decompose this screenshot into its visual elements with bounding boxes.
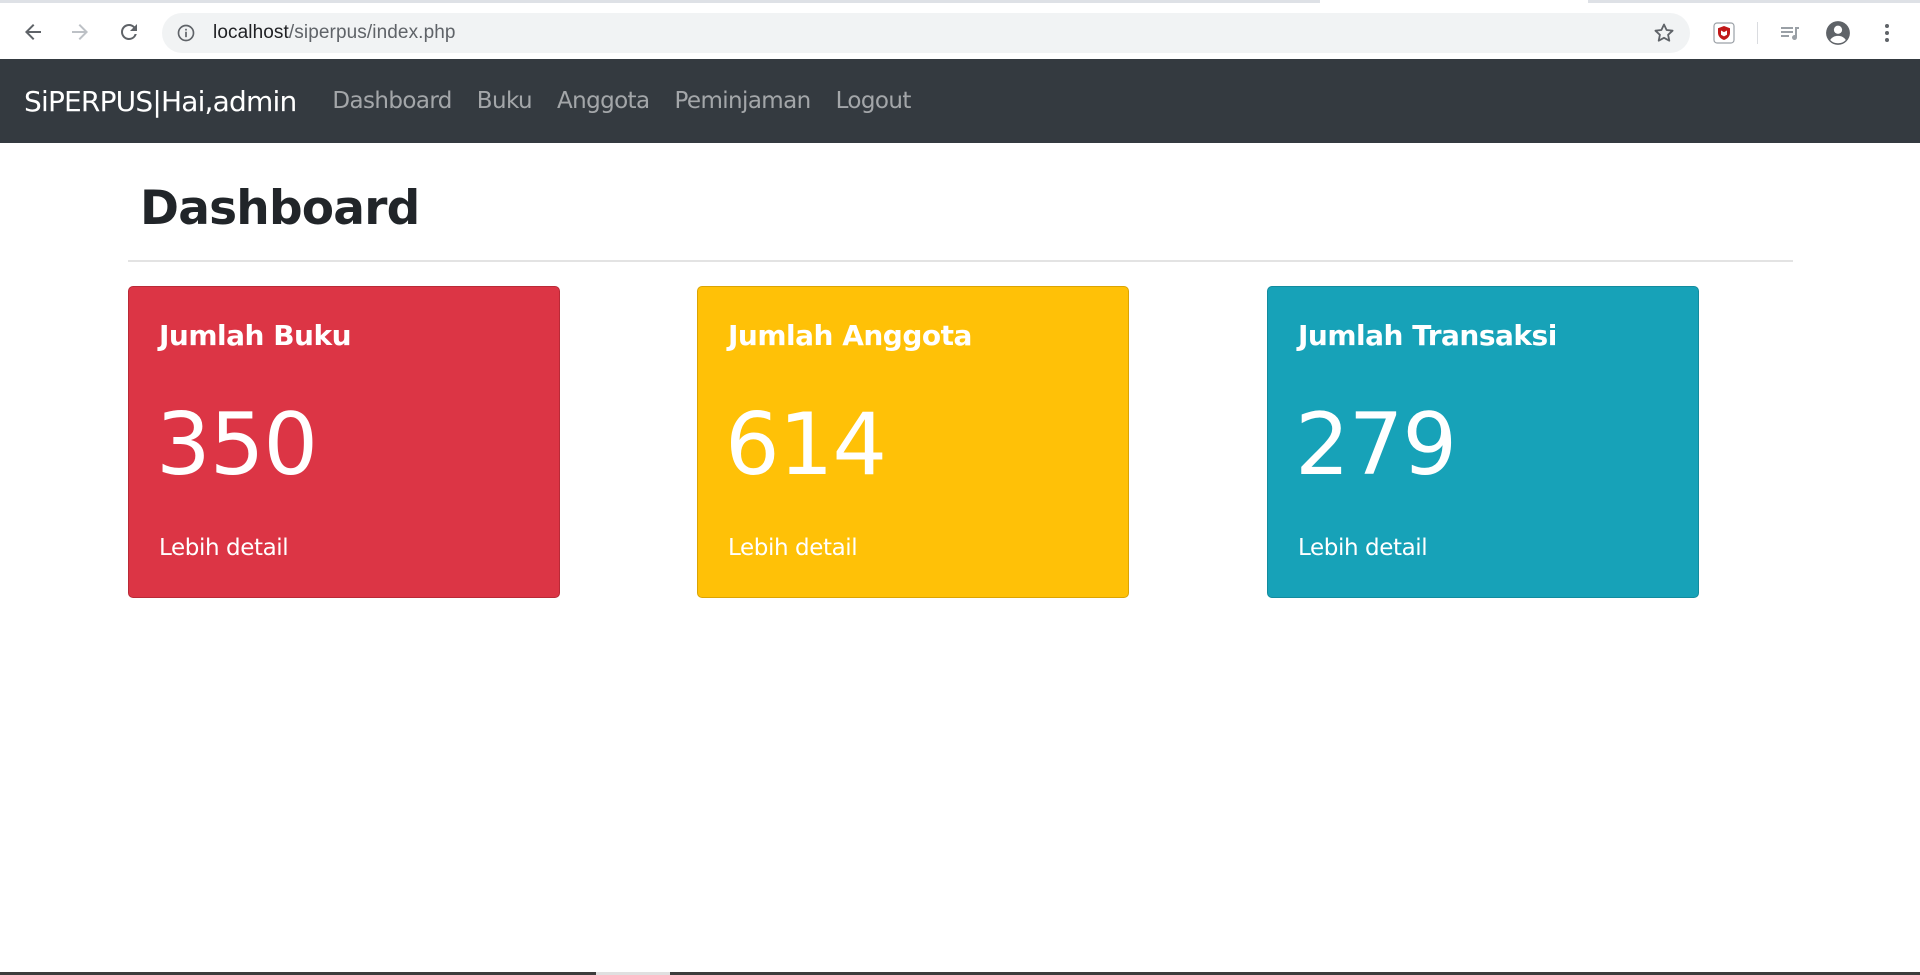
card-title: Jumlah Anggota [728,319,972,352]
playlist-icon [1781,27,1799,40]
nav-link-peminjaman[interactable]: Peminjaman [674,88,811,114]
url-path: /siperpus/index.php [288,22,456,43]
reload-button[interactable] [111,14,147,50]
card-jumlah-buku: Jumlah Buku 350 Lebih detail [128,286,560,598]
url-text[interactable]: localhost/siperpus/index.php [213,23,456,43]
title-divider [128,260,1793,262]
nav-link-dashboard[interactable]: Dashboard [332,88,452,114]
profile-button[interactable] [1825,20,1851,46]
card-count: 350 [156,395,318,495]
nav-link-buku[interactable]: Buku [477,88,533,114]
nav-link-anggota[interactable]: Anggota [557,88,650,114]
url-host: localhost [213,22,289,43]
kebab-menu-icon [1885,24,1889,42]
card-count: 614 [725,395,887,495]
mcafee-shield-icon [1713,22,1735,44]
mcafee-extension-button[interactable] [1711,20,1737,46]
star-outline-icon[interactable] [1652,21,1676,45]
active-tab[interactable] [1320,0,1588,3]
card-jumlah-anggota: Jumlah Anggota 614 Lebih detail [697,286,1129,598]
reload-icon [121,24,137,40]
app-navbar: SiPERPUS|Hai,admin Dashboard Buku Anggot… [0,59,1920,143]
page-title: Dashboard [140,181,420,236]
address-bar[interactable]: localhost/siperpus/index.php [162,13,1690,53]
nav-link-logout[interactable]: Logout [836,88,912,114]
toolbar-divider [1757,22,1758,44]
tab-strip [0,0,1920,3]
card-title: Jumlah Transaksi [1298,319,1557,352]
card-title: Jumlah Buku [159,319,352,352]
card-detail-link[interactable]: Lebih detail [728,535,858,561]
browser-toolbar: localhost/siperpus/index.php [0,0,1920,59]
account-circle-icon [1826,21,1850,45]
browser-menu-button[interactable] [1874,20,1900,46]
card-count: 279 [1295,395,1457,495]
back-button[interactable] [15,14,51,50]
arrow-right-icon [72,24,88,40]
forward-button[interactable] [62,14,98,50]
card-detail-link[interactable]: Lebih detail [159,535,289,561]
media-control-button[interactable] [1777,20,1803,46]
navbar-brand[interactable]: SiPERPUS|Hai,admin [24,85,297,118]
card-detail-link[interactable]: Lebih detail [1298,535,1428,561]
info-circle-icon[interactable] [176,23,196,43]
arrow-left-icon [25,24,41,40]
card-jumlah-transaksi: Jumlah Transaksi 279 Lebih detail [1267,286,1699,598]
